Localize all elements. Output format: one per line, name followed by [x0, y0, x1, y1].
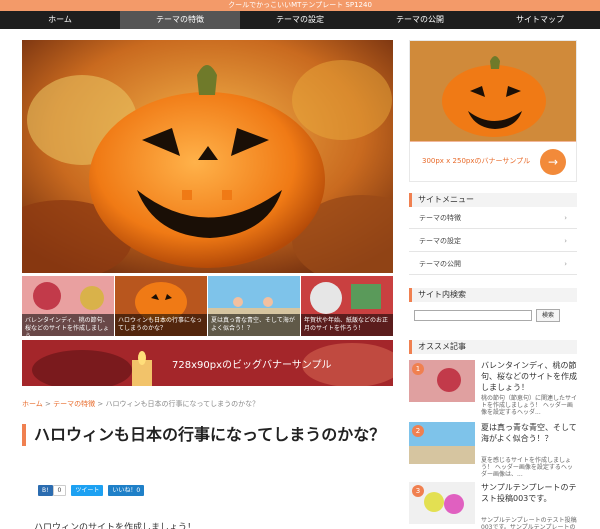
- like-button[interactable]: いいね！0: [108, 485, 145, 496]
- recommended-rank: 1: [412, 363, 424, 375]
- article-intro: ハロウィンのサイトを作成しましょう！: [34, 523, 197, 529]
- nav-item-home[interactable]: ホーム: [0, 11, 120, 29]
- sidebar-item-settings[interactable]: テーマの設定 ›: [409, 230, 577, 252]
- recommended-item[interactable]: 3 サンプルテンプレートのテスト投稿003です。 サンプルテンプレートのテスト投…: [409, 482, 577, 529]
- nav-item-sitemap[interactable]: サイトマップ: [480, 11, 600, 29]
- nav-item-publish[interactable]: テーマの公開: [360, 11, 480, 29]
- tweet-button[interactable]: ツイート: [71, 485, 104, 496]
- hatena-bookmark-group: B! 0: [38, 485, 67, 496]
- nav-item-settings[interactable]: テーマの設定: [240, 11, 360, 29]
- search-button[interactable]: 検索: [536, 309, 560, 322]
- sidebar-item-label: テーマの特徴: [419, 214, 461, 222]
- global-nav: ホーム テーマの特徴 テーマの設定 テーマの公開 サイトマップ: [0, 11, 600, 29]
- sidebar-recommended-heading: オススメ記事: [409, 340, 577, 354]
- breadcrumb-current: ハロウィンも日本の行事になってしまうのかな？: [105, 400, 260, 408]
- arrow-right-icon[interactable]: →: [540, 149, 566, 175]
- search-input[interactable]: [414, 310, 532, 321]
- chevron-right-icon: ›: [564, 260, 567, 268]
- sidebar-item-publish[interactable]: テーマの公開 ›: [409, 253, 577, 275]
- breadcrumb-category[interactable]: テーマの特徴: [53, 400, 95, 408]
- chevron-right-icon: ›: [564, 237, 567, 245]
- thumb-summer[interactable]: 夏は真っ青な青空、そして海がよく似合う！？: [208, 276, 300, 336]
- site-tagline: クールでかっこいいMTテンプレート SP1240: [228, 1, 372, 9]
- sidebar-search-heading: サイト内検索: [409, 288, 577, 302]
- recommended-item[interactable]: 2 夏は真っ青な青空、そして海がよく似合う！？ 夏を感じるサイトを作成しましょう…: [409, 422, 577, 478]
- sidebar-banner-image: [410, 41, 576, 143]
- big-banner-label: 728x90pxのビッグバナーサンプル: [172, 360, 332, 371]
- recommended-excerpt: 桃の節句（節恵句）に関連したサイトを作成しましょう！ ヘッダー画像を設定するヘッ…: [481, 395, 578, 416]
- hatena-bookmark-button[interactable]: B!: [38, 485, 53, 496]
- thumb-caption: 年賀状や年始、紙飯などのお正月のサイトを作ろう！: [301, 314, 393, 336]
- thumb-halloween[interactable]: ハロウィンも日本の行事になってしまうのかな？: [115, 276, 207, 336]
- recommended-title[interactable]: バレンタインディ、桃の節句、桜などのサイトを作成しましょう！: [481, 360, 577, 393]
- article-title: ハロウィンも日本の行事になってしまうのかな？: [22, 424, 393, 446]
- chevron-right-icon: ›: [564, 214, 567, 222]
- hatena-bookmark-count: 0: [52, 485, 67, 496]
- thumb-newyear[interactable]: 年賀状や年始、紙飯などのお正月のサイトを作ろう！: [301, 276, 393, 336]
- recommended-rank: 3: [412, 485, 424, 497]
- breadcrumb-separator: >: [42, 400, 54, 408]
- breadcrumb-separator: >: [95, 400, 106, 408]
- sidebar-item-label: テーマの設定: [419, 237, 461, 245]
- recommended-rank: 2: [412, 425, 424, 437]
- breadcrumb-home[interactable]: ホーム: [22, 400, 43, 408]
- thumb-caption: ハロウィンも日本の行事になってしまうのかな？: [115, 314, 207, 336]
- hero-image[interactable]: [22, 40, 393, 273]
- sidebar-banner-label: 300px x 250pxのバナーサンプル: [422, 157, 531, 165]
- breadcrumb: ホーム > テーマの特徴 > ハロウィンも日本の行事になってしまうのかな？: [22, 399, 259, 409]
- featured-thumbnails: バレンタインディ、桃の節句、桜などのサイトを作成しましょう ハロウィンも日本の行…: [22, 276, 393, 336]
- thumb-caption: 夏は真っ青な青空、そして海がよく似合う！？: [208, 314, 300, 336]
- sidebar-banner-footer: 300px x 250pxのバナーサンプル →: [410, 141, 576, 181]
- recommended-title[interactable]: 夏は真っ青な青空、そして海がよく似合う！？: [481, 422, 577, 444]
- nav-item-features[interactable]: テーマの特徴: [120, 11, 240, 29]
- recommended-excerpt: 夏を感じるサイトを作成しましょう！ ヘッダー画像を設定するヘッダー画像は、...: [481, 457, 573, 478]
- site-tagline-bar: クールでかっこいいMTテンプレート SP1240: [0, 0, 600, 11]
- recommended-excerpt: サンプルテンプレートのテスト投稿003です。サンプルテンプレートのテスト投稿00…: [481, 517, 577, 529]
- sidebar-menu-heading: サイトメニュー: [409, 193, 577, 207]
- sidebar-banner[interactable]: 300px x 250pxのバナーサンプル →: [409, 40, 577, 182]
- big-banner[interactable]: 728x90pxのビッグバナーサンプル: [22, 340, 393, 386]
- recommended-title[interactable]: サンプルテンプレートのテスト投稿003です。: [481, 482, 577, 504]
- recommended-item[interactable]: 1 バレンタインディ、桃の節句、桜などのサイトを作成しましょう！ 桃の節句（節恵…: [409, 360, 577, 416]
- sidebar-item-features[interactable]: テーマの特徴 ›: [409, 207, 577, 229]
- share-buttons: B! 0 ツイート いいね！0: [38, 485, 145, 496]
- thumb-valentine[interactable]: バレンタインディ、桃の節句、桜などのサイトを作成しましょう: [22, 276, 114, 336]
- hero-pumpkin-illustration: [22, 40, 393, 273]
- sidebar-item-label: テーマの公開: [419, 260, 461, 268]
- thumb-caption: バレンタインディ、桃の節句、桜などのサイトを作成しましょう: [22, 314, 114, 336]
